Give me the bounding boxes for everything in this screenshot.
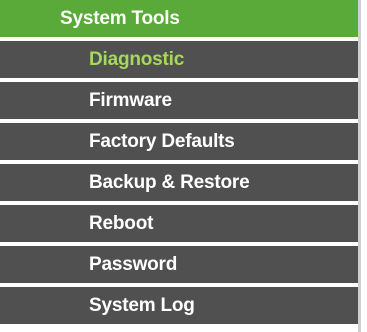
menu-list: Diagnostic Firmware Factory Defaults Bac… bbox=[0, 41, 358, 328]
menu-item-factory-defaults[interactable]: Factory Defaults bbox=[0, 123, 358, 160]
menu-item-system-log[interactable]: System Log bbox=[0, 287, 358, 324]
menu-header-system-tools[interactable]: System Tools bbox=[0, 0, 358, 37]
system-tools-menu: System Tools Diagnostic Firmware Factory… bbox=[0, 0, 361, 332]
menu-item-reboot[interactable]: Reboot bbox=[0, 205, 358, 242]
menu-item-backup-restore[interactable]: Backup & Restore bbox=[0, 164, 358, 201]
menu-item-diagnostic[interactable]: Diagnostic bbox=[0, 41, 358, 78]
menu-item-firmware[interactable]: Firmware bbox=[0, 82, 358, 119]
menu-item-password[interactable]: Password bbox=[0, 246, 358, 283]
